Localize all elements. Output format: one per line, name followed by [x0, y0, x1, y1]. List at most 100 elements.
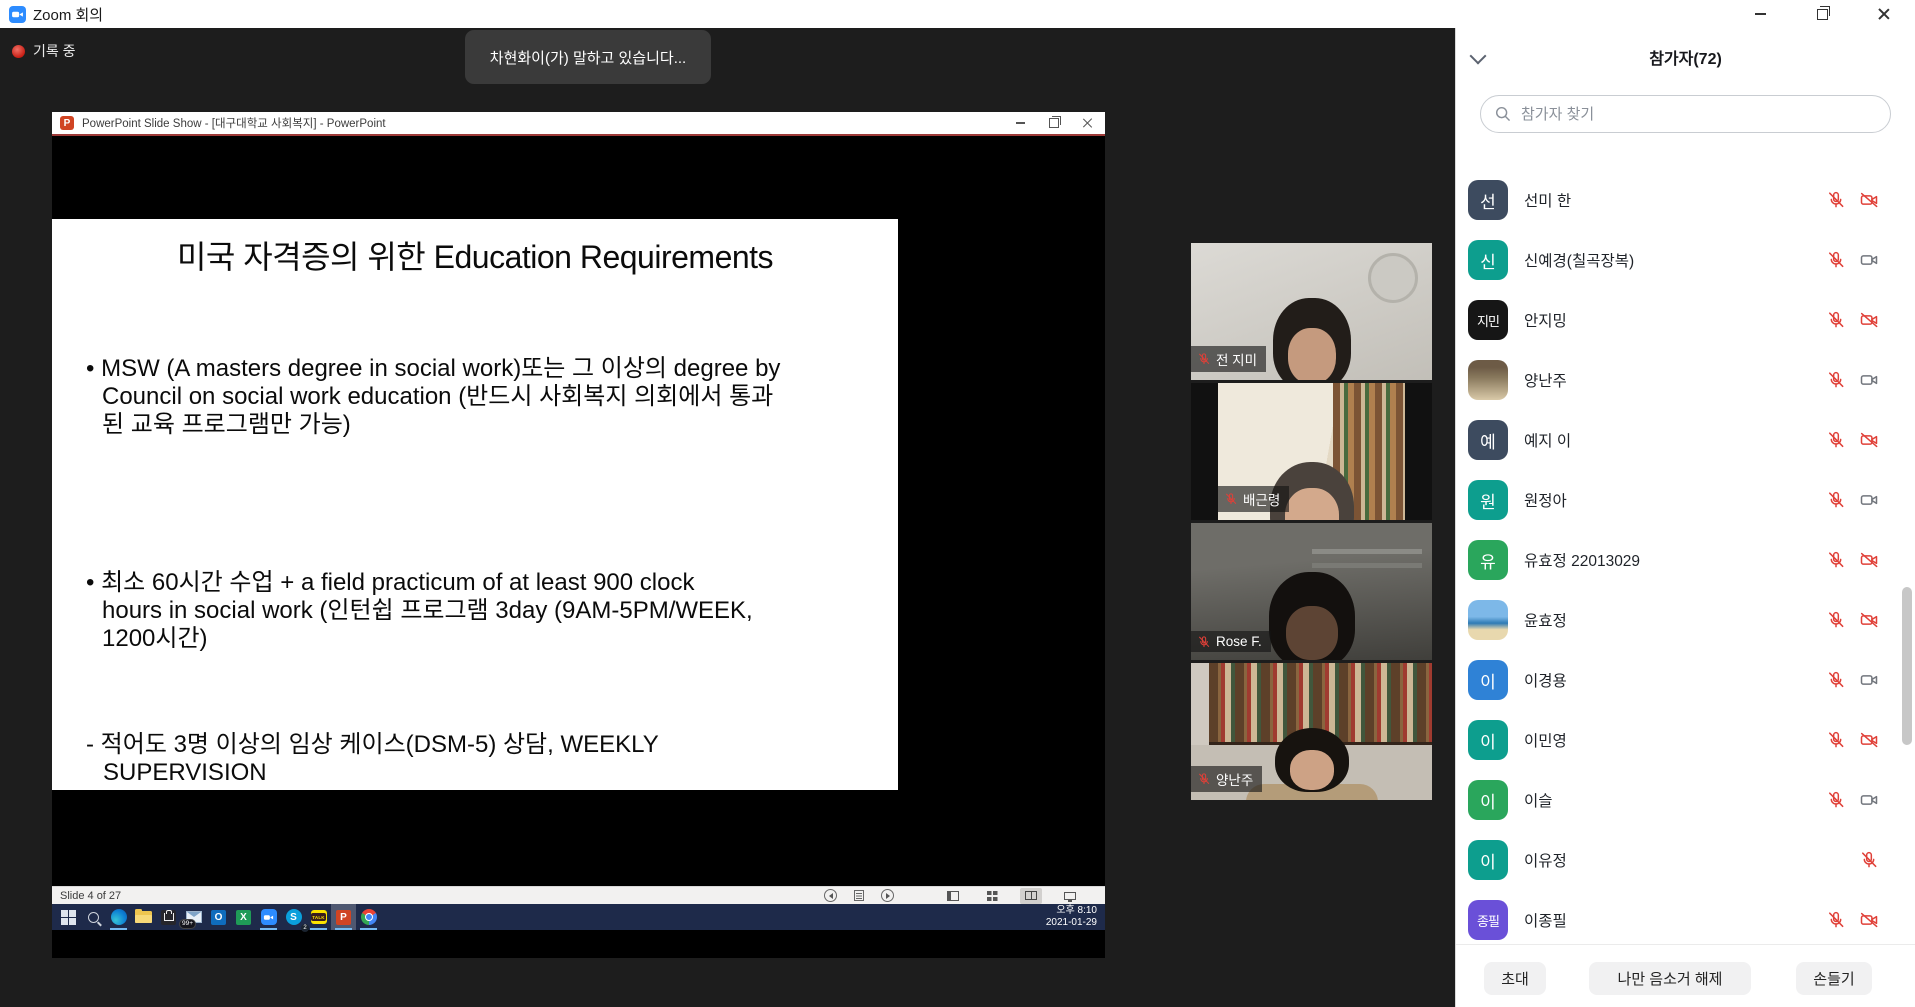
recording-dot-icon	[12, 45, 25, 58]
participant-row[interactable]: 선 선미 한	[1456, 170, 1915, 230]
notes-icon[interactable]	[854, 890, 864, 901]
participant-row[interactable]: 양난주	[1456, 350, 1915, 410]
start-button[interactable]	[56, 904, 81, 930]
taskbar-file-explorer[interactable]	[131, 904, 156, 930]
taskbar-skype[interactable]: S 2	[281, 904, 306, 930]
powerpoint-app-icon: P	[60, 116, 74, 130]
participant-row[interactable]: 예 예지 이	[1456, 410, 1915, 470]
mic-muted-icon	[1826, 790, 1846, 810]
taskbar-mail[interactable]: 99+	[181, 904, 206, 930]
invite-button[interactable]: 초대	[1484, 962, 1546, 995]
chevron-down-icon[interactable]	[1470, 48, 1487, 65]
participant-row[interactable]: 이 이경용	[1456, 650, 1915, 710]
taskbar-search-button[interactable]	[81, 904, 106, 930]
avatar: 이	[1468, 840, 1508, 880]
video-tile[interactable]: 양난주	[1191, 663, 1432, 800]
reading-view-button[interactable]	[1020, 888, 1042, 904]
participant-name: 양난주	[1524, 369, 1567, 391]
normal-view-icon	[947, 891, 959, 901]
normal-view-button[interactable]	[942, 888, 964, 904]
restore-button[interactable]	[1791, 0, 1853, 28]
taskbar-edge[interactable]	[106, 904, 131, 930]
participant-row[interactable]: 이 이민영	[1456, 710, 1915, 770]
minimize-icon	[1016, 122, 1025, 123]
taskbar-excel[interactable]: X	[231, 904, 256, 930]
slide: 미국 자격증의 위한 Education Requirements MSW (A…	[52, 219, 898, 790]
folder-icon	[135, 911, 152, 923]
previous-slide-button[interactable]	[824, 889, 837, 902]
panel-scrollbar[interactable]	[1902, 587, 1912, 745]
participant-row[interactable]: 유 유효정 22013029	[1456, 530, 1915, 590]
video-tile[interactable]: 전 지미	[1191, 243, 1432, 380]
avatar: 신	[1468, 240, 1508, 280]
video-on-icon	[1859, 790, 1879, 810]
meeting-area: 기록 중 차현화이(가) 말하고 있습니다... P PowerPoint Sl…	[0, 28, 1455, 1007]
video-off-icon	[1859, 310, 1879, 330]
restore-icon	[1817, 9, 1828, 20]
avatar-photo	[1468, 600, 1508, 640]
taskbar-clock[interactable]: 오후 8:10 2021-01-29	[1046, 905, 1097, 929]
video-off-icon	[1859, 730, 1879, 750]
slide-bullet: 최소 60시간 수업 + a field practicum of at lea…	[86, 569, 898, 653]
participant-row[interactable]: 지민 안지밍	[1456, 290, 1915, 350]
grid-view-icon	[987, 891, 998, 901]
participant-row[interactable]: 윤효정	[1456, 590, 1915, 650]
recording-label: 기록 중	[33, 41, 76, 61]
close-button[interactable]	[1853, 0, 1915, 28]
video-participant-name: Rose F.	[1216, 634, 1262, 649]
taskbar-store[interactable]	[156, 904, 181, 930]
kakaotalk-icon: TALK	[311, 910, 327, 924]
taskbar-kakaotalk[interactable]: TALK	[306, 904, 331, 930]
unmute-all-button[interactable]: 나만 음소거 해제	[1589, 962, 1751, 995]
participant-row[interactable]: 원 원정아	[1456, 470, 1915, 530]
avatar: 예	[1468, 420, 1508, 460]
avatar: 원	[1468, 480, 1508, 520]
windows-taskbar: 99+ O X S 2 TALK P 오후 8:10 2021-01-29	[52, 904, 1105, 930]
participant-row[interactable]: 신 신예경(칠곡장복)	[1456, 230, 1915, 290]
ppt-minimize-button[interactable]	[1003, 112, 1037, 134]
video-off-icon	[1859, 610, 1879, 630]
participant-row[interactable]: 종필 이종필	[1456, 890, 1915, 945]
video-participant-name: 양난주	[1216, 769, 1253, 789]
video-tile[interactable]: Rose F.	[1191, 523, 1432, 660]
excel-icon: X	[236, 910, 251, 925]
slide-sorter-view-button[interactable]	[981, 888, 1003, 904]
recording-indicator[interactable]: 기록 중	[12, 41, 76, 61]
raise-hand-button[interactable]: 손들기	[1796, 962, 1872, 995]
search-input[interactable]	[1480, 95, 1891, 133]
taskbar-outlook[interactable]: O	[206, 904, 231, 930]
mic-muted-icon	[1826, 730, 1846, 750]
mic-muted-icon	[1197, 772, 1211, 786]
search-icon	[1494, 105, 1512, 123]
edge-icon	[111, 909, 127, 925]
mic-muted-icon	[1859, 850, 1879, 870]
minimize-button[interactable]	[1729, 0, 1791, 28]
participant-row[interactable]: 이 이유정	[1456, 830, 1915, 890]
ppt-restore-button[interactable]	[1037, 112, 1071, 134]
participants-panel: 참가자(72) 선 선미 한 신 신예경(칠곡장복) 지민 안지밍	[1455, 28, 1915, 1007]
mic-muted-icon	[1197, 352, 1211, 366]
taskbar-zoom[interactable]	[256, 904, 281, 930]
participant-row[interactable]: 이 이슬	[1456, 770, 1915, 830]
taskbar-chrome[interactable]	[356, 904, 381, 930]
mic-muted-icon	[1197, 635, 1211, 649]
ppt-close-button[interactable]	[1071, 112, 1105, 134]
video-tile[interactable]: 배근령	[1191, 383, 1432, 520]
panel-footer: 초대 나만 음소거 해제 손들기	[1456, 944, 1915, 1007]
mic-muted-icon	[1826, 910, 1846, 930]
mic-muted-icon	[1826, 370, 1846, 390]
next-slide-button[interactable]	[881, 889, 894, 902]
search-icon	[88, 912, 99, 923]
taskbar-powerpoint[interactable]: P	[331, 904, 356, 930]
chrome-icon	[361, 909, 377, 925]
slideshow-view-button[interactable]	[1059, 888, 1081, 904]
camera-icon	[11, 8, 24, 21]
participant-name: 이슬	[1524, 789, 1553, 811]
right-arrow-icon	[886, 893, 893, 899]
speaking-toast-text: 차현화이(가) 말하고 있습니다...	[490, 47, 686, 68]
wall-shelf	[1312, 549, 1422, 554]
slide-dash-item: 적어도 3명 이상의 임상 케이스(DSM-5) 상담, WEEKLY SUPE…	[86, 731, 898, 787]
powerpoint-window-controls	[1003, 112, 1105, 134]
powerpoint-title: PowerPoint Slide Show - [대구대학교 사회복지] - P…	[82, 115, 386, 131]
zoom-app-icon	[9, 6, 26, 23]
